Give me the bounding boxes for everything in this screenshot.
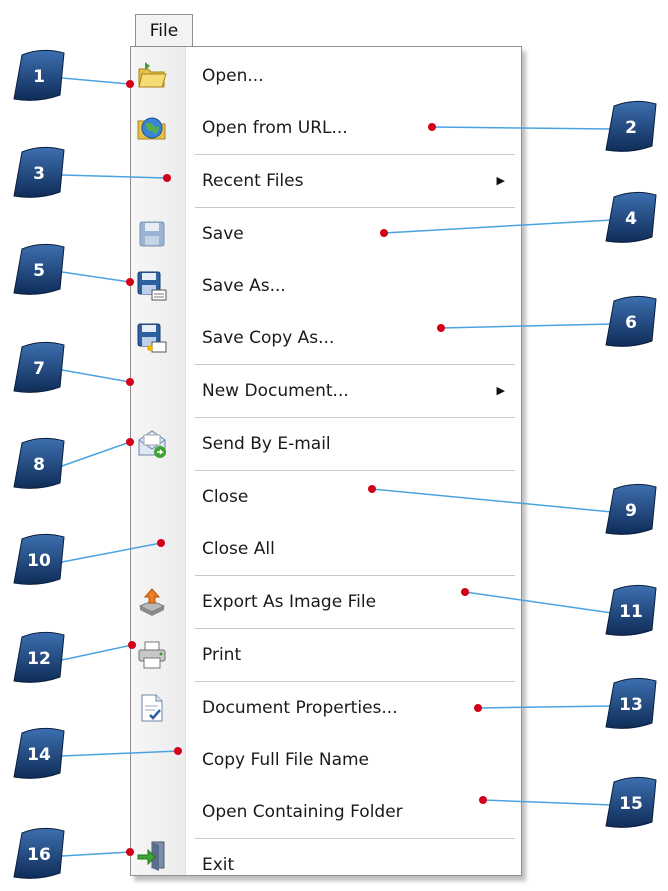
- callout-leader-line: [61, 644, 133, 661]
- menu-item-save-copy-as[interactable]: Save Copy As...: [131, 312, 521, 364]
- callout-number: 16: [27, 845, 51, 865]
- menu-item-export-as-image-label: Export As Image File: [202, 592, 377, 612]
- menu-item-document-properties[interactable]: Document Properties...: [131, 682, 521, 734]
- callout-badge: 9: [605, 483, 657, 535]
- save-disk-icon: [139, 221, 165, 247]
- save-as-icon: [137, 271, 167, 301]
- callout-number: 6: [625, 313, 637, 333]
- callout-number: 13: [619, 695, 643, 715]
- callout-number: 8: [33, 455, 45, 475]
- callout-badge: 8: [13, 437, 65, 489]
- exit-door-icon: [137, 841, 165, 871]
- callout-leader-line: [61, 441, 131, 467]
- menu-item-send-by-email-label: Send By E-mail: [202, 434, 331, 454]
- callout-number: 14: [27, 745, 51, 765]
- menu-item-save-copy-as-label: Save Copy As...: [202, 328, 335, 348]
- menu-item-copy-full-file-name[interactable]: Copy Full File Name: [131, 734, 521, 786]
- callout-number: 3: [33, 164, 45, 184]
- menu-item-exit[interactable]: Exit: [131, 823, 521, 875]
- menu-item-close-all-label: Close All: [202, 539, 275, 559]
- callout-badge: 10: [13, 533, 65, 585]
- menu-item-send-by-email[interactable]: Send By E-mail: [131, 418, 521, 470]
- menu-item-open-from-url-label: Open from URL...: [202, 118, 348, 138]
- menu-item-open-from-url[interactable]: Open from URL...: [131, 102, 521, 154]
- menu-item-save[interactable]: Save: [131, 208, 521, 260]
- menu-item-close-all[interactable]: Close All: [131, 523, 521, 575]
- file-menu-dropdown: Open... Open from URL... Recent Files ▶ …: [130, 46, 522, 876]
- menu-item-document-properties-label: Document Properties...: [202, 698, 398, 718]
- callout-number: 9: [625, 501, 637, 521]
- callout-leader-line: [61, 77, 131, 85]
- callout-badge: 16: [13, 827, 65, 879]
- menu-item-new-document-label: New Document...: [202, 381, 349, 401]
- callout-number: 7: [33, 359, 45, 379]
- callout-badge: 1: [13, 49, 65, 101]
- globe-icon: [137, 117, 166, 140]
- menu-item-save-as-label: Save As...: [202, 276, 286, 296]
- chevron-right-icon: ▶: [496, 384, 505, 397]
- callout-leader-line: [61, 369, 131, 383]
- callout-number: 15: [619, 794, 643, 814]
- open-folder-icon: [138, 62, 167, 88]
- callout-leader-line: [61, 271, 131, 283]
- export-image-icon: [138, 588, 166, 616]
- callout-number: 4: [625, 209, 637, 229]
- menu-item-export-as-image[interactable]: Export As Image File: [131, 576, 521, 628]
- callout-number: 5: [33, 261, 45, 281]
- email-icon: [138, 430, 166, 458]
- callout-badge: 3: [13, 146, 65, 198]
- save-copy-icon: [137, 323, 167, 353]
- file-menu-tab-label: File: [149, 21, 179, 41]
- callout-badge: 14: [13, 727, 65, 779]
- callout-number: 2: [625, 118, 637, 138]
- callout-number: 1: [33, 67, 45, 87]
- menu-item-close[interactable]: Close: [131, 471, 521, 523]
- chevron-right-icon: ▶: [496, 174, 505, 187]
- callout-number: 10: [27, 551, 51, 571]
- callout-number: 11: [619, 602, 643, 622]
- callout-number: 12: [27, 649, 51, 669]
- menu-item-copy-full-file-name-label: Copy Full File Name: [202, 750, 370, 770]
- callout-badge: 5: [13, 243, 65, 295]
- menu-item-recent-files-label: Recent Files: [202, 171, 304, 191]
- callout-leader-line: [61, 851, 131, 857]
- menu-item-save-as[interactable]: Save As...: [131, 260, 521, 312]
- callout-badge: 4: [605, 191, 657, 243]
- menu-item-save-label: Save: [202, 224, 244, 244]
- callout-badge: 15: [605, 776, 657, 828]
- menu-item-recent-files[interactable]: Recent Files ▶: [131, 155, 521, 207]
- printer-icon: [138, 641, 166, 669]
- menu-item-open-label: Open...: [202, 66, 264, 86]
- callout-badge: 12: [13, 631, 65, 683]
- menu-item-close-label: Close: [202, 487, 249, 507]
- menu-item-open[interactable]: Open...: [131, 50, 521, 102]
- callout-badge: 6: [605, 295, 657, 347]
- callout-badge: 2: [605, 100, 657, 152]
- document-properties-icon: [141, 694, 163, 722]
- file-menu-tab[interactable]: File: [135, 14, 193, 47]
- menu-item-print-label: Print: [202, 645, 242, 665]
- callout-badge: 7: [13, 341, 65, 393]
- menu-item-exit-label: Exit: [202, 855, 235, 875]
- callout-badge: 11: [605, 584, 657, 636]
- callout-badge: 13: [605, 677, 657, 729]
- menu-item-print[interactable]: Print: [131, 629, 521, 681]
- menu-item-new-document[interactable]: New Document... ▶: [131, 365, 521, 417]
